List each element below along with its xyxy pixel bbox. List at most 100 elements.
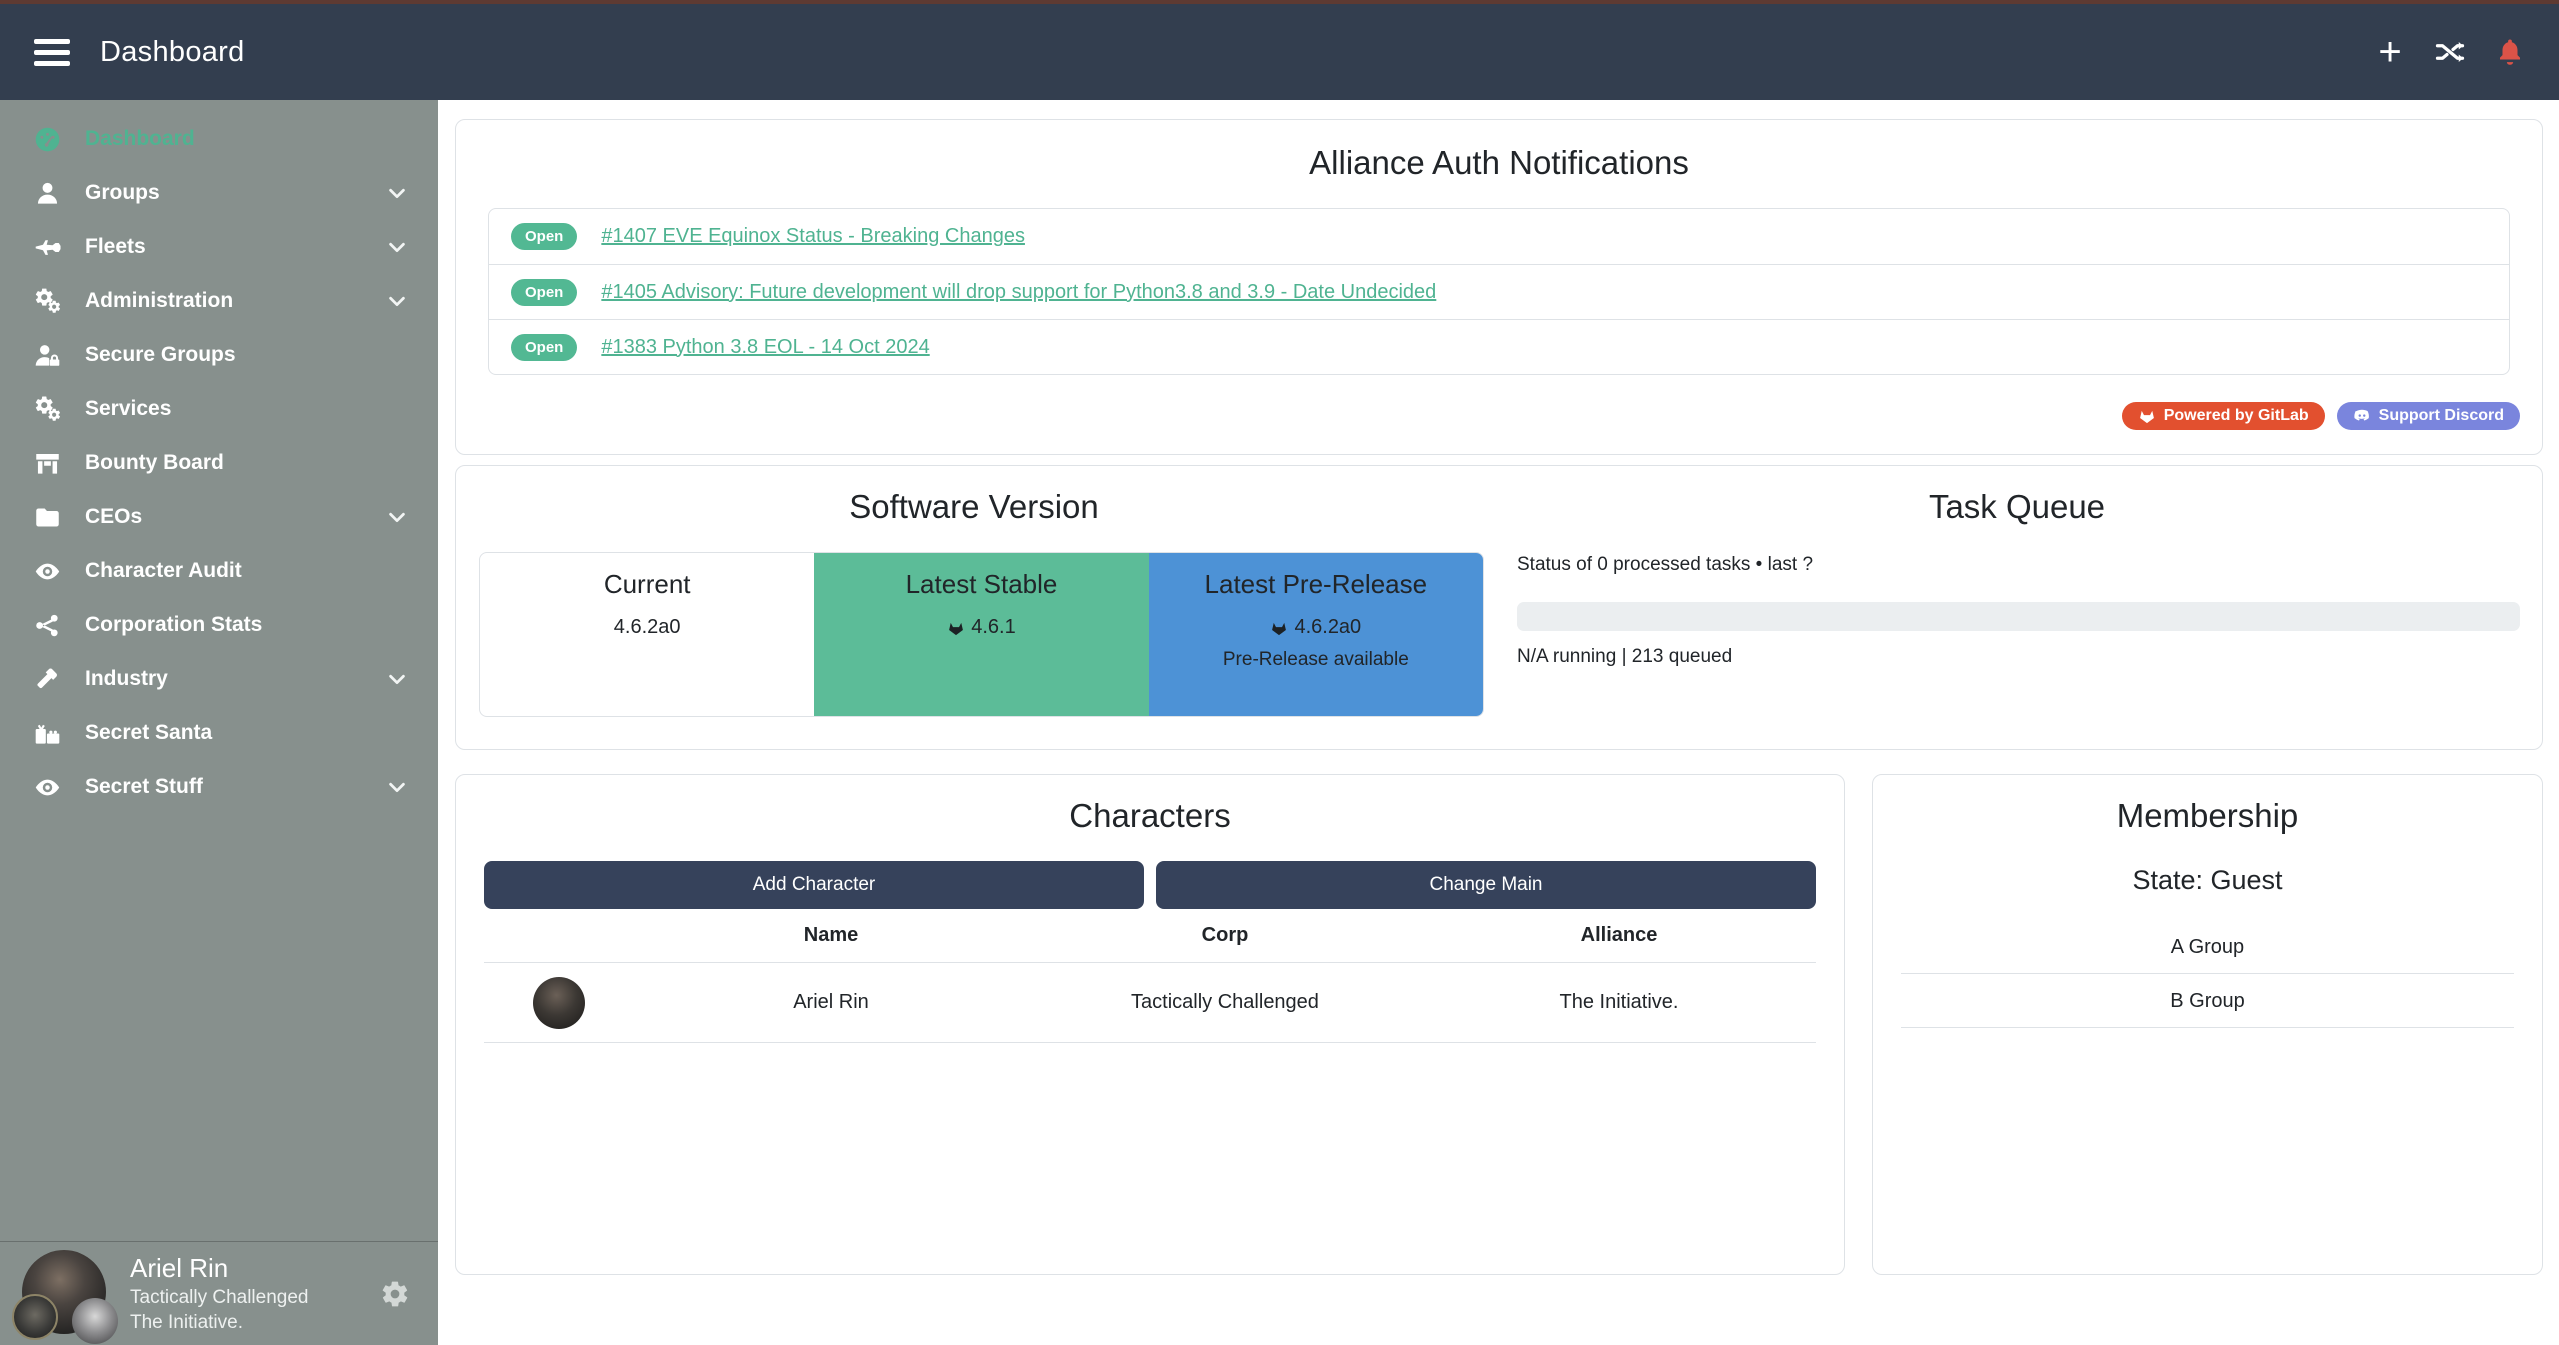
notifications-title: Alliance Auth Notifications bbox=[456, 144, 2542, 182]
table-row[interactable]: Ariel Rin Tactically Challenged The Init… bbox=[484, 963, 1816, 1043]
sidebar-item-label: Dashboard bbox=[85, 127, 195, 151]
add-character-button[interactable]: Add Character bbox=[484, 861, 1144, 909]
sidebar-item-character-audit[interactable]: Character Audit bbox=[0, 544, 438, 598]
sidebar-item-bounty-board[interactable]: Bounty Board bbox=[0, 436, 438, 490]
settings-gear-icon[interactable] bbox=[380, 1279, 410, 1309]
gifts-icon bbox=[34, 720, 61, 747]
stats-card: Software Version Current 4.6.2a0 Latest … bbox=[455, 465, 2543, 750]
folder-icon bbox=[34, 504, 61, 531]
sidebar-item-label: Services bbox=[85, 397, 171, 421]
gitlab-fox-icon bbox=[947, 619, 965, 637]
chevron-down-icon bbox=[386, 506, 408, 528]
notification-link[interactable]: #1405 Advisory: Future development will … bbox=[601, 281, 1436, 304]
eye-icon bbox=[34, 558, 61, 585]
version-number: 4.6.2a0 bbox=[1294, 616, 1361, 639]
version-number: 4.6.1 bbox=[971, 616, 1015, 639]
version-latest-stable: Latest Stable 4.6.1 bbox=[814, 553, 1148, 716]
sidebar-item-secure-groups[interactable]: Secure Groups bbox=[0, 328, 438, 382]
menu-toggle-icon[interactable] bbox=[34, 39, 70, 66]
discord-icon bbox=[2353, 407, 2371, 425]
status-badge: Open bbox=[511, 279, 577, 306]
version-table: Current 4.6.2a0 Latest Stable 4.6.1 Late… bbox=[479, 552, 1484, 717]
task-queue-title: Task Queue bbox=[1492, 488, 2542, 526]
alliance-logo bbox=[72, 1298, 118, 1344]
gitlab-fox-icon bbox=[1270, 619, 1288, 637]
change-main-button[interactable]: Change Main bbox=[1156, 861, 1816, 909]
notification-link[interactable]: #1383 Python 3.8 EOL - 14 Oct 2024 bbox=[601, 336, 929, 359]
user-lock-icon bbox=[34, 342, 61, 369]
gitlab-fox-icon bbox=[2138, 407, 2156, 425]
task-queue-summary: N/A running | 213 queued bbox=[1517, 646, 1732, 668]
gitlab-badge-label: Powered by GitLab bbox=[2164, 407, 2309, 425]
sidebar-item-services[interactable]: Services bbox=[0, 382, 438, 436]
user-name: Ariel Rin bbox=[130, 1253, 309, 1284]
sidebar-item-secret-santa[interactable]: Secret Santa bbox=[0, 706, 438, 760]
membership-state: State: Guest bbox=[1873, 865, 2542, 896]
characters-card: Characters Add Character Change Main Nam… bbox=[455, 774, 1845, 1275]
notifications-list: Open #1407 EVE Equinox Status - Breaking… bbox=[488, 208, 2510, 375]
sidebar-user-panel: Ariel Rin Tactically Challenged The Init… bbox=[0, 1241, 438, 1345]
shuffle-icon[interactable] bbox=[2435, 37, 2465, 67]
share-icon bbox=[34, 612, 61, 639]
status-badge: Open bbox=[511, 334, 577, 361]
sidebar-item-dashboard[interactable]: Dashboard bbox=[0, 112, 438, 166]
sidebar-item-label: Administration bbox=[85, 289, 233, 313]
sidebar-item-administration[interactable]: Administration bbox=[0, 274, 438, 328]
sidebar-item-label: Industry bbox=[85, 667, 168, 691]
version-label: Current bbox=[480, 569, 814, 600]
cell-character-name: Ariel Rin bbox=[634, 991, 1028, 1014]
add-character-icon[interactable]: + bbox=[2375, 37, 2405, 67]
sidebar-item-industry[interactable]: Industry bbox=[0, 652, 438, 706]
status-badge: Open bbox=[511, 223, 577, 250]
sidebar-item-label: Character Audit bbox=[85, 559, 242, 583]
user-corp: Tactically Challenged bbox=[130, 1287, 309, 1309]
membership-card: Membership State: Guest A Group B Group bbox=[1872, 774, 2543, 1275]
prerelease-note: Pre-Release available bbox=[1149, 649, 1483, 671]
user-alliance: The Initiative. bbox=[130, 1312, 309, 1334]
characters-table: Name Corp Alliance Ariel Rin Tactically … bbox=[484, 909, 1816, 1043]
main-content: Alliance Auth Notifications Open #1407 E… bbox=[438, 100, 2559, 1345]
eye-icon bbox=[34, 774, 61, 801]
software-version-section: Software Version Current 4.6.2a0 Latest … bbox=[456, 466, 1492, 749]
sidebar-item-corporation-stats[interactable]: Corporation Stats bbox=[0, 598, 438, 652]
sidebar-item-label: Secure Groups bbox=[85, 343, 236, 367]
navbar-actions: + bbox=[2375, 37, 2525, 67]
sidebar-item-label: CEOs bbox=[85, 505, 142, 529]
user-avatar bbox=[20, 1246, 116, 1342]
software-version-title: Software Version bbox=[456, 488, 1492, 526]
discord-badge-label: Support Discord bbox=[2379, 407, 2504, 425]
sidebar-item-groups[interactable]: Groups bbox=[0, 166, 438, 220]
characters-title: Characters bbox=[456, 797, 1844, 835]
task-queue-progressbar bbox=[1517, 602, 2520, 631]
sidebar-nav: Dashboard Groups Fleets bbox=[0, 100, 438, 814]
version-label: Latest Stable bbox=[814, 569, 1148, 600]
notification-item: Open #1405 Advisory: Future development … bbox=[489, 264, 2509, 319]
notifications-bell-icon[interactable] bbox=[2495, 37, 2525, 67]
character-row-portrait bbox=[533, 977, 585, 1029]
gitlab-badge[interactable]: Powered by GitLab bbox=[2122, 402, 2325, 430]
column-header-name: Name bbox=[634, 924, 1028, 947]
cell-character-alliance: The Initiative. bbox=[1422, 991, 1816, 1014]
version-latest-prerelease: Latest Pre-Release 4.6.2a0 Pre-Release a… bbox=[1149, 553, 1483, 716]
cogs-icon bbox=[34, 396, 61, 423]
chevron-down-icon bbox=[386, 182, 408, 204]
task-queue-section: Task Queue Status of 0 processed tasks •… bbox=[1492, 466, 2542, 749]
membership-title: Membership bbox=[1873, 797, 2542, 835]
tachometer-icon bbox=[34, 126, 61, 153]
sidebar-item-ceos[interactable]: CEOs bbox=[0, 490, 438, 544]
sidebar-item-label: Corporation Stats bbox=[85, 613, 262, 637]
sidebar-item-fleets[interactable]: Fleets bbox=[0, 220, 438, 274]
task-queue-status: Status of 0 processed tasks • last ? bbox=[1517, 554, 1813, 576]
chevron-down-icon bbox=[386, 290, 408, 312]
discord-badge[interactable]: Support Discord bbox=[2337, 402, 2520, 430]
user-icon bbox=[34, 180, 61, 207]
sidebar-item-label: Secret Stuff bbox=[85, 775, 203, 799]
sidebar-item-secret-stuff[interactable]: Secret Stuff bbox=[0, 760, 438, 814]
notification-link[interactable]: #1407 EVE Equinox Status - Breaking Chan… bbox=[601, 225, 1025, 248]
sidebar-item-label: Fleets bbox=[85, 235, 146, 259]
page: Dashboard + bbox=[0, 0, 2559, 1345]
sidebar-item-label: Secret Santa bbox=[85, 721, 212, 745]
chevron-down-icon bbox=[386, 776, 408, 798]
list-item: A Group bbox=[1901, 920, 2514, 974]
cell-character-corp: Tactically Challenged bbox=[1028, 991, 1422, 1014]
